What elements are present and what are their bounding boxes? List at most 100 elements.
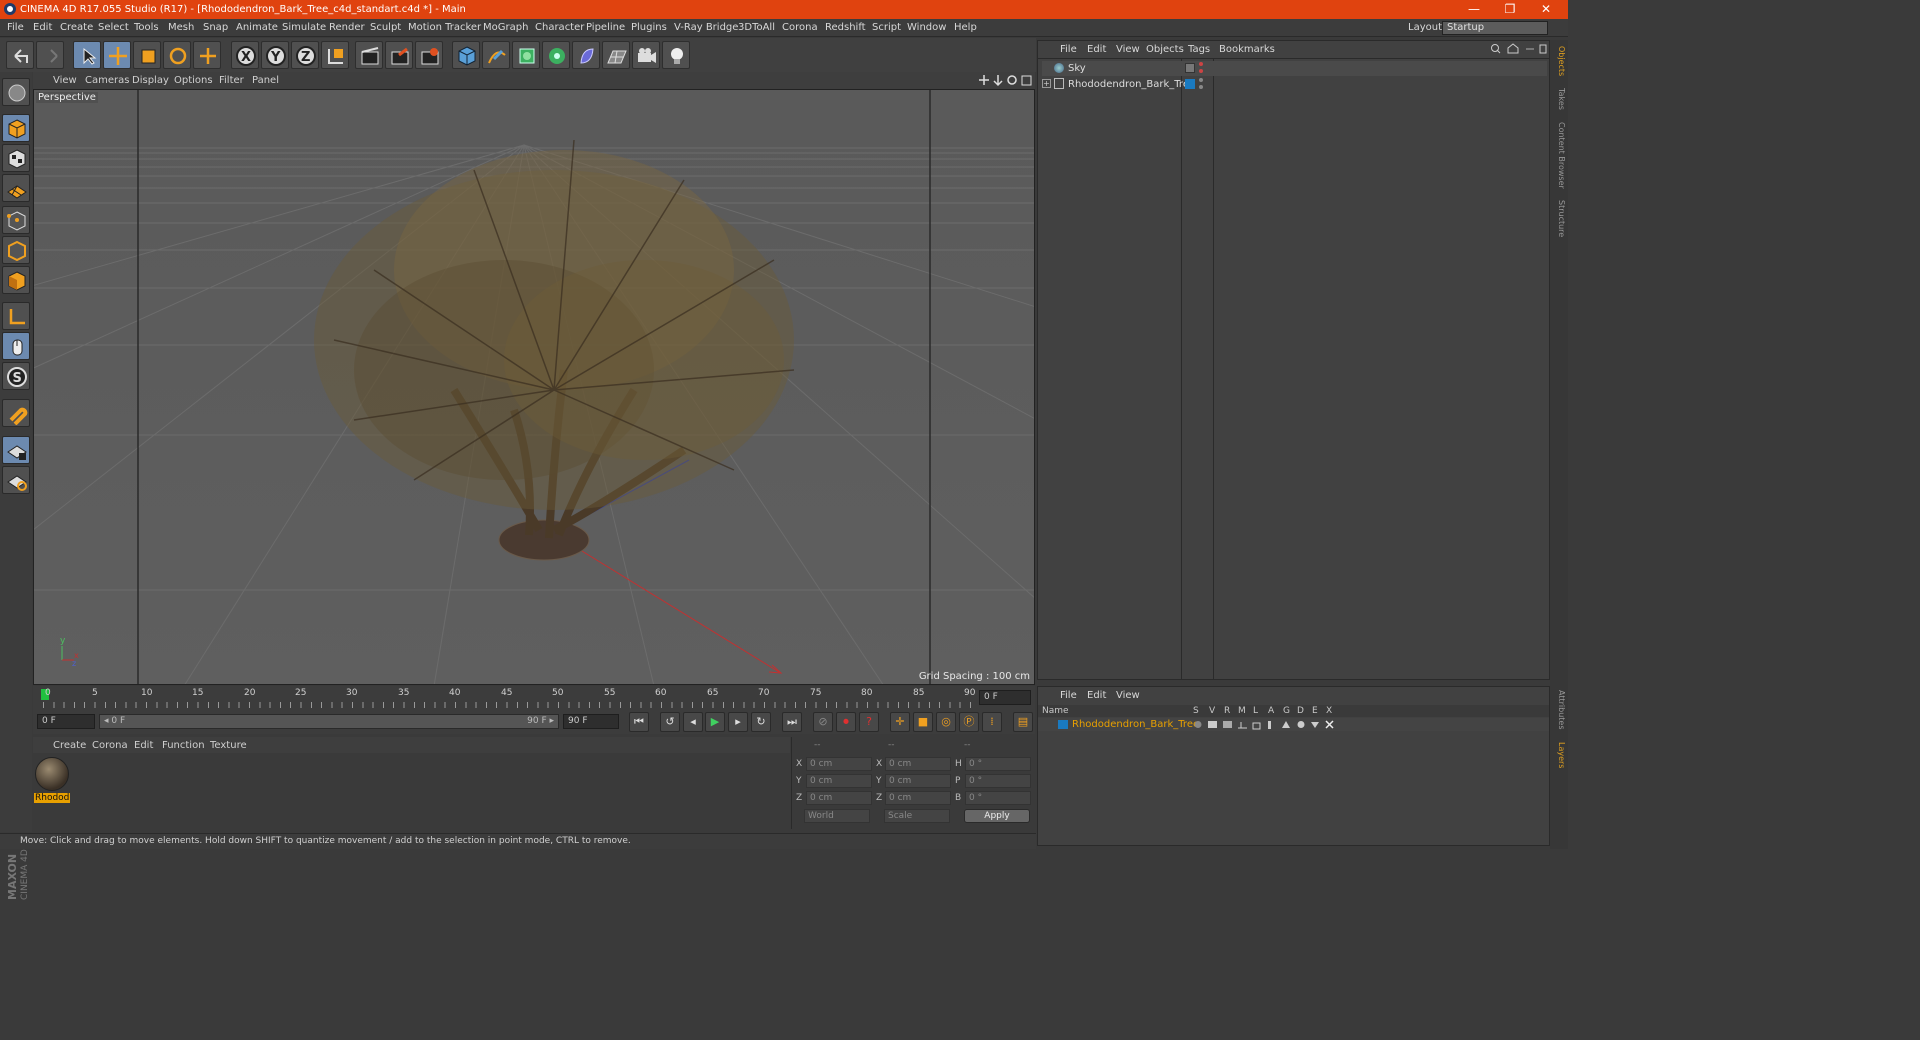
menu-help[interactable]: Help (954, 22, 977, 33)
render-picture-viewer-button[interactable] (385, 41, 413, 69)
menu-mograph[interactable]: MoGraph (483, 22, 528, 33)
key-position-button[interactable]: ✛ (890, 712, 910, 732)
material-menu-create[interactable]: Create (53, 740, 86, 751)
timeline-window-button[interactable]: ▤ (1013, 712, 1033, 732)
menu-sculpt[interactable]: Sculpt (370, 22, 401, 33)
layer-col-generators[interactable]: G (1283, 706, 1290, 716)
perspective-viewport[interactable]: y x z Perspective Grid Spacing : 100 cm (33, 89, 1035, 685)
make-editable-button[interactable] (2, 78, 30, 106)
layer-col-view[interactable]: V (1209, 706, 1215, 716)
deformer-button[interactable] (572, 41, 600, 69)
viewport-menu-options[interactable]: Options (174, 75, 213, 86)
size-z-field[interactable]: 0 cm (885, 791, 951, 805)
layers-menu-edit[interactable]: Edit (1087, 690, 1106, 701)
layers-menu-view[interactable]: View (1116, 690, 1140, 701)
frame-range-slider[interactable]: ◂ 0 F 90 F ▸ (99, 714, 559, 729)
layer-col-deformers[interactable]: D (1297, 706, 1304, 716)
size-y-field[interactable]: 0 cm (885, 774, 951, 788)
menu-script[interactable]: Script (872, 22, 901, 33)
viewport-menu-panel[interactable]: Panel (252, 75, 279, 86)
play-button[interactable]: ▶ (705, 712, 725, 732)
rotation-p-field[interactable]: 0 ° (965, 774, 1031, 788)
go-to-start-button[interactable]: ⏮ (629, 712, 649, 732)
polygons-mode-button[interactable] (2, 266, 30, 294)
magnet-tool-button[interactable] (2, 399, 30, 427)
rotate-tool-button[interactable] (163, 41, 191, 69)
viewport-menu-view[interactable]: View (53, 75, 77, 86)
menu-plugins[interactable]: Plugins (631, 22, 667, 33)
recent-tool-button[interactable] (193, 41, 221, 69)
model-mode-button[interactable] (2, 114, 30, 142)
size-mode-select[interactable]: Scale (884, 809, 950, 823)
menu-3dtoall[interactable]: 3DToAll (738, 22, 775, 33)
minimize-button[interactable]: — (1456, 0, 1492, 19)
layer-color-swatch[interactable] (1058, 720, 1068, 729)
layout-select[interactable]: Startup (1442, 21, 1548, 35)
menu-snap[interactable]: Snap (203, 22, 228, 33)
cloner-button[interactable] (542, 41, 570, 69)
menu-redshift[interactable]: Redshift (825, 22, 866, 33)
menu-mesh[interactable]: Mesh (168, 22, 194, 33)
material-swatch-label[interactable]: Rhodod (34, 793, 71, 803)
undo-button[interactable] (6, 41, 34, 69)
viewport-menu-cameras[interactable]: Cameras (85, 75, 129, 86)
tab-structure[interactable]: Structure (1552, 200, 1566, 237)
layer-col-solo[interactable]: S (1193, 706, 1199, 716)
timeline-ruler[interactable]: 0 5 10 15 20 25 30 35 40 45 50 55 60 65 … (33, 686, 1035, 710)
material-menu-texture[interactable]: Texture (210, 740, 247, 751)
object-row-tree[interactable]: + Rhododendron_Bark_Tree (1042, 77, 1547, 92)
viewport-menu-filter[interactable]: Filter (219, 75, 244, 86)
objects-menu-file[interactable]: File (1060, 44, 1077, 55)
scale-tool-button[interactable] (133, 41, 161, 69)
position-z-field[interactable]: 0 cm (806, 791, 872, 805)
layer-col-xref[interactable]: X (1326, 706, 1332, 716)
render-visibility-dot[interactable] (1199, 85, 1203, 89)
layer-col-expressions[interactable]: E (1312, 706, 1318, 716)
start-frame-field[interactable]: 0 F (37, 714, 95, 729)
objects-menu-edit[interactable]: Edit (1087, 44, 1106, 55)
material-menu-corona[interactable]: Corona (92, 740, 128, 751)
menu-pipeline[interactable]: Pipeline (586, 22, 625, 33)
menu-window[interactable]: Window (907, 22, 946, 33)
move-tool-button[interactable] (103, 41, 131, 69)
menu-select[interactable]: Select (98, 22, 129, 33)
objects-menu-objects[interactable]: Objects (1146, 44, 1184, 55)
object-row-sky[interactable]: Sky (1042, 61, 1547, 76)
menu-tools[interactable]: Tools (134, 22, 159, 33)
close-button[interactable]: ✕ (1528, 0, 1564, 19)
redo-button[interactable] (36, 41, 64, 69)
next-frame-button[interactable]: ▸ (728, 712, 748, 732)
editor-visibility-dot[interactable] (1199, 78, 1203, 82)
position-y-field[interactable]: 0 cm (806, 774, 872, 788)
position-x-field[interactable]: 0 cm (806, 757, 872, 771)
material-menu-function[interactable]: Function (162, 740, 205, 751)
go-to-end-button[interactable]: ⏭ (782, 712, 802, 732)
tab-layers[interactable]: Layers (1552, 742, 1566, 768)
viewport-navigation-icons[interactable] (979, 74, 1033, 87)
tab-attributes[interactable]: Attributes (1552, 690, 1566, 730)
layer-name[interactable]: Rhododendron_Bark_Tree (1072, 719, 1199, 730)
menu-character[interactable]: Character (535, 22, 584, 33)
key-point-level-button[interactable]: ⁞ (982, 712, 1002, 732)
x-axis-lock-button[interactable]: X (231, 41, 259, 69)
restore-button[interactable]: ❐ (1492, 0, 1528, 19)
layer-row[interactable]: Rhododendron_Bark_Tree (1038, 718, 1549, 731)
current-frame-field[interactable]: 0 F (979, 690, 1031, 705)
menu-simulate[interactable]: Simulate (282, 22, 326, 33)
rotation-b-field[interactable]: 0 ° (965, 791, 1031, 805)
expand-toggle-icon[interactable]: + (1042, 79, 1051, 88)
objects-menu-bookmarks[interactable]: Bookmarks (1219, 44, 1275, 55)
spline-pen-button[interactable] (482, 41, 510, 69)
layer-col-render[interactable]: R (1224, 706, 1230, 716)
tab-takes[interactable]: Takes (1552, 88, 1566, 110)
coordinate-system-button[interactable] (321, 41, 349, 69)
subdivision-surface-button[interactable] (512, 41, 540, 69)
menu-vray-bridge[interactable]: V-Ray Bridge (674, 22, 738, 33)
end-frame-field[interactable]: 90 F (563, 714, 619, 729)
record-keys-button[interactable]: ⊘ (813, 712, 833, 732)
z-axis-lock-button[interactable]: Z (291, 41, 319, 69)
menu-edit[interactable]: Edit (33, 22, 52, 33)
material-swatch[interactable] (35, 757, 69, 791)
texture-mode-button[interactable] (2, 144, 30, 172)
viewport-menu-display[interactable]: Display (132, 75, 169, 86)
